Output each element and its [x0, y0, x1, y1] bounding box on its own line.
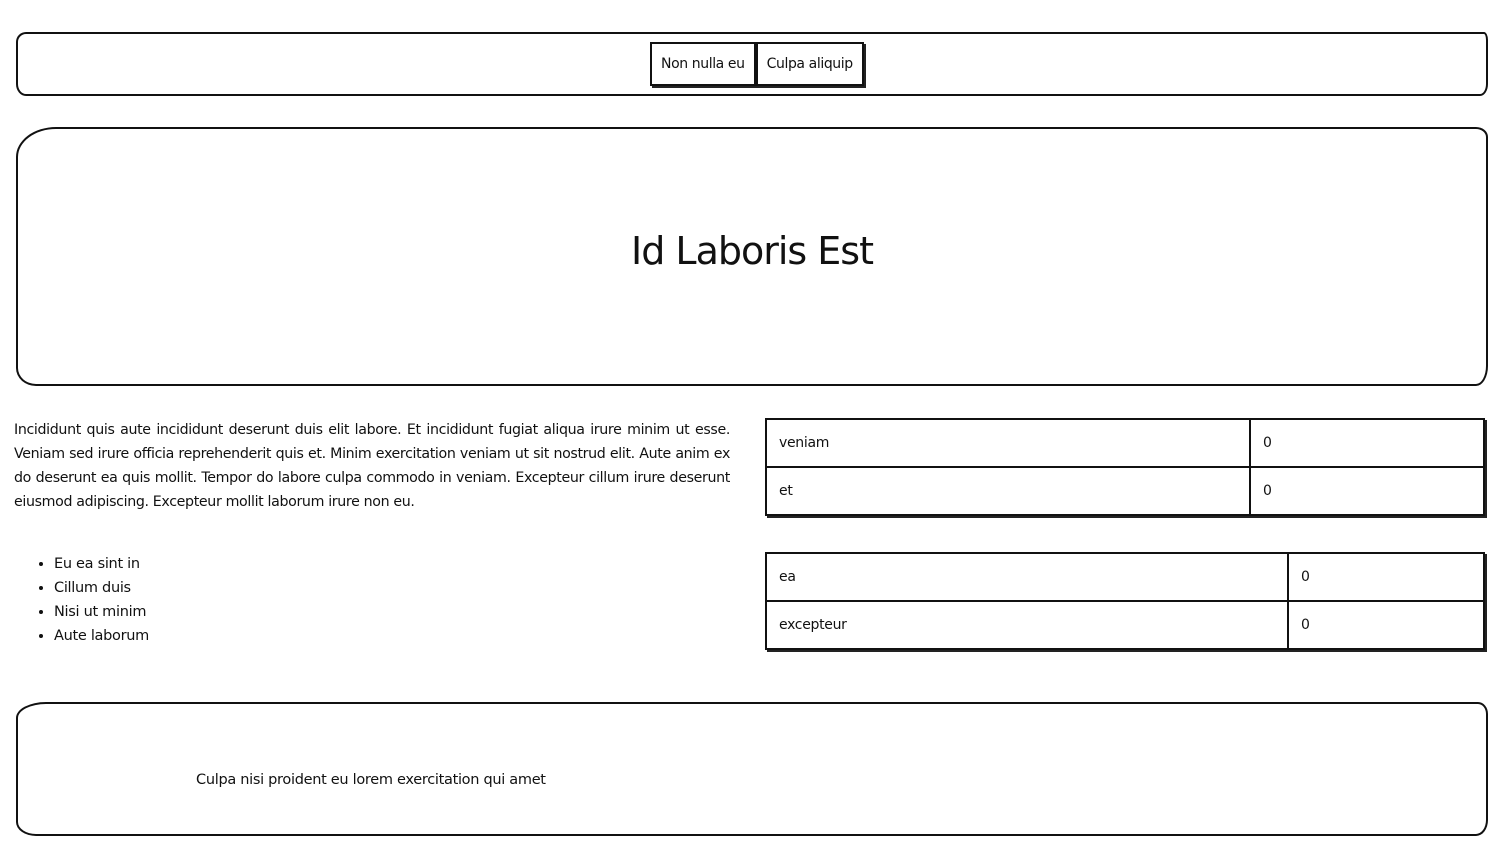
table-row: ea 0 — [765, 552, 1485, 602]
table-row: veniam 0 — [765, 418, 1485, 468]
footer: Culpa nisi proident eu lorem exercitatio… — [16, 702, 1488, 836]
table-cell-key: ea — [765, 552, 1289, 602]
table-cell-value: 0 — [1249, 418, 1485, 468]
table-cell-key: excepteur — [765, 600, 1289, 650]
bullet-list: Eu ea sint in Cillum duis Nisi ut minim … — [14, 552, 149, 648]
list-item: Cillum duis — [54, 576, 149, 600]
footer-text: Culpa nisi proident eu lorem exercitatio… — [196, 772, 546, 788]
data-table-2: ea 0 excepteur 0 — [765, 552, 1485, 650]
nav-button-group: Non nulla eu Culpa aliquip — [650, 42, 864, 86]
nav-button-culpa-aliquip[interactable]: Culpa aliquip — [755, 42, 864, 86]
list-item: Aute laborum — [54, 624, 149, 648]
table-row: excepteur 0 — [765, 600, 1485, 650]
list-item: Nisi ut minim — [54, 600, 149, 624]
list-item: Eu ea sint in — [54, 552, 149, 576]
data-table-1: veniam 0 et 0 — [765, 418, 1485, 516]
table-cell-key: et — [765, 466, 1251, 516]
intro-paragraph: Incididunt quis aute incididunt deserunt… — [14, 422, 730, 510]
table-cell-value: 0 — [1287, 552, 1485, 602]
nav-button-non-nulla-eu[interactable]: Non nulla eu — [650, 42, 756, 86]
table-row: et 0 — [765, 466, 1485, 516]
table-cell-key: veniam — [765, 418, 1251, 468]
table-cell-value: 0 — [1287, 600, 1485, 650]
header-banner: Id Laboris Est — [16, 127, 1488, 386]
table-cell-value: 0 — [1249, 466, 1485, 516]
page-title: Id Laboris Est — [631, 229, 874, 273]
